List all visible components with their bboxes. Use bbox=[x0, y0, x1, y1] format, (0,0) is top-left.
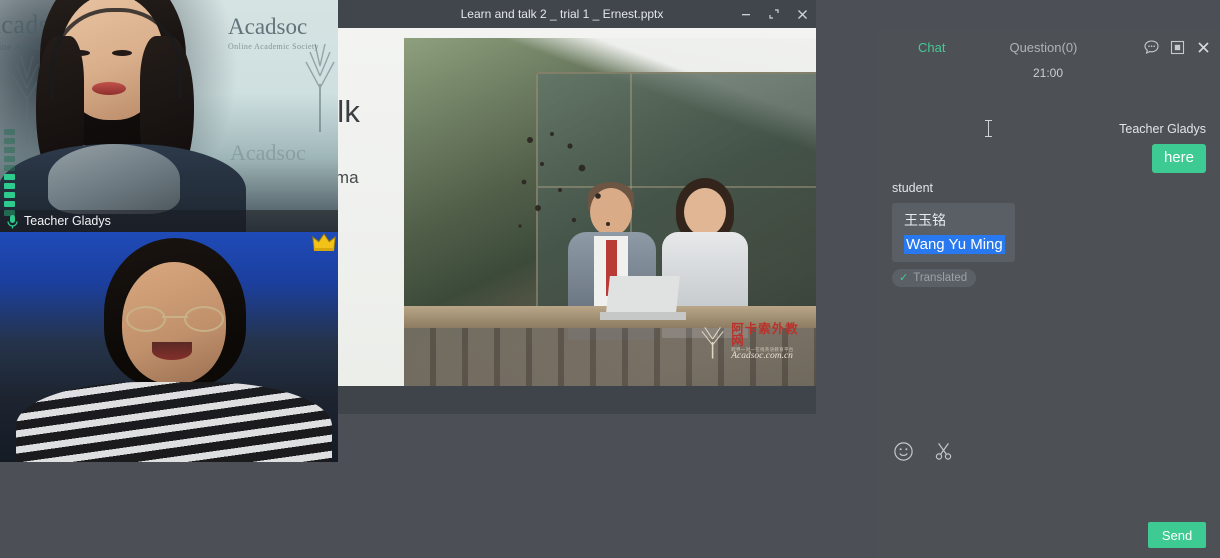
chat-header: Chat Question(0) bbox=[876, 30, 1220, 64]
student-video-tile[interactable]: student x0 bbox=[0, 232, 338, 462]
ppt-slide[interactable]: d Talk nema bbox=[338, 28, 816, 386]
teacher-video-tile[interactable]: Acadsoc Online Academic Society Acadsoc … bbox=[0, 0, 338, 232]
maximize-icon bbox=[768, 8, 780, 20]
message-sender-label: Teacher Gladys bbox=[1119, 122, 1206, 136]
teacher-name-label: Teacher Gladys bbox=[24, 214, 111, 228]
message-teacher: Teacher Gladys here bbox=[1119, 122, 1206, 173]
watermark-en-label: Acadsoc.com.cn bbox=[731, 352, 810, 362]
scissors-icon[interactable] bbox=[932, 440, 954, 462]
student-person bbox=[60, 246, 286, 462]
video-column: Acadsoc Online Academic Society Acadsoc … bbox=[0, 0, 338, 462]
watermark-cn-label: 阿卡索外教网 bbox=[731, 323, 810, 348]
send-button[interactable]: Send bbox=[1148, 522, 1206, 548]
chat-toolbar bbox=[876, 430, 1220, 472]
video-watermark: 阿卡索外教网 跨界一对一在线英语教育平台 Acadsoc.com.cn bbox=[698, 322, 810, 362]
message-bubble[interactable]: here bbox=[1152, 144, 1206, 173]
ppt-title-label: Learn and talk 2 _ trial 1 _ Ernest.pptx bbox=[338, 7, 732, 21]
text-cursor-icon bbox=[988, 120, 989, 137]
slide-subtitle: nema bbox=[338, 168, 359, 188]
translated-badge: ✓ Translated bbox=[892, 269, 976, 287]
slide-photo: 阿卡索外教网 跨界一对一在线英语教育平台 Acadsoc.com.cn bbox=[404, 38, 816, 386]
microphone-icon bbox=[6, 214, 19, 229]
ink-splash-decor bbox=[512, 130, 632, 250]
maximize-button[interactable] bbox=[760, 0, 788, 28]
close-icon[interactable] bbox=[1194, 38, 1212, 56]
backdrop-tree-icon-right bbox=[300, 36, 338, 132]
minimize-button[interactable] bbox=[732, 0, 760, 28]
tab-chat[interactable]: Chat bbox=[908, 30, 955, 64]
chat-input-area[interactable]: Send bbox=[876, 472, 1220, 558]
close-button[interactable] bbox=[788, 0, 816, 28]
emoji-icon[interactable] bbox=[892, 440, 914, 462]
app-root: Acadsoc Online Academic Society Acadsoc … bbox=[0, 0, 1220, 558]
chat-bubble-icon[interactable] bbox=[1142, 38, 1160, 56]
message-student: student 王玉铭 Wang Yu Ming ✓ Translated bbox=[892, 181, 1015, 287]
photo-laptop bbox=[600, 276, 686, 320]
teacher-person bbox=[14, 0, 224, 232]
restore-window-icon[interactable] bbox=[1168, 38, 1186, 56]
chat-timestamp: 21:00 bbox=[876, 66, 1220, 80]
slide-title: d Talk bbox=[338, 94, 360, 130]
backdrop-brand-faint: Acadsoc bbox=[230, 140, 306, 166]
teacher-name-bar: Teacher Gladys bbox=[0, 210, 338, 232]
ppt-window: Learn and talk 2 _ trial 1 _ Ernest.pptx… bbox=[338, 0, 816, 414]
watermark-tree-icon bbox=[698, 325, 727, 359]
crown-icon bbox=[312, 232, 336, 252]
ppt-title-bar[interactable]: Learn and talk 2 _ trial 1 _ Ernest.pptx bbox=[338, 0, 816, 29]
message-sender-label: student bbox=[892, 181, 1015, 195]
translated-badge-label: Translated bbox=[913, 272, 967, 284]
message-original-text: 王玉铭 bbox=[904, 210, 1005, 230]
check-icon: ✓ bbox=[899, 271, 908, 284]
teacher-volume-meter bbox=[4, 120, 15, 216]
minimize-icon bbox=[740, 8, 752, 20]
tab-question[interactable]: Question(0) bbox=[999, 30, 1087, 64]
message-bubble[interactable]: 王玉铭 Wang Yu Ming bbox=[892, 203, 1015, 262]
chat-message-list: Teacher Gladys here student 王玉铭 Wang Yu … bbox=[876, 92, 1220, 427]
chat-header-icons bbox=[1142, 30, 1212, 64]
glasses-icon bbox=[126, 306, 224, 328]
message-translated-text[interactable]: Wang Yu Ming bbox=[904, 235, 1005, 254]
close-icon bbox=[796, 8, 809, 21]
chat-panel: Chat Question(0) bbox=[876, 30, 1220, 558]
